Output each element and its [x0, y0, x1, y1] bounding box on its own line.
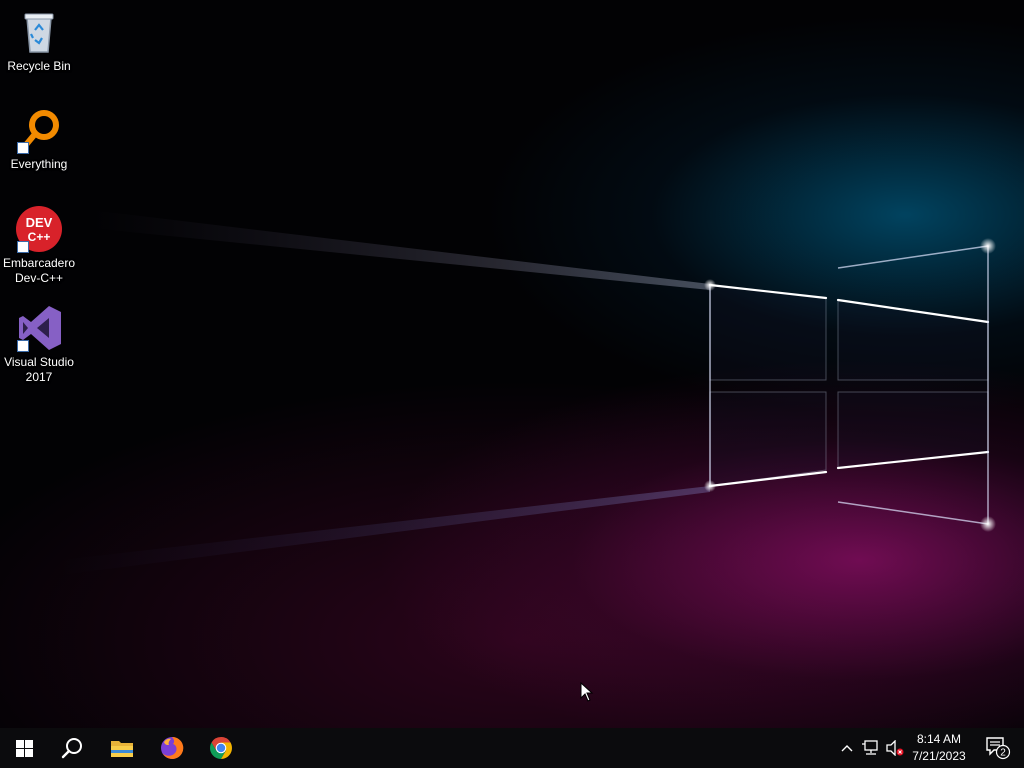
- volume-tray-button[interactable]: [884, 728, 906, 768]
- search-icon: [61, 738, 82, 759]
- mouse-cursor-icon: [580, 682, 594, 702]
- file-explorer-icon: [111, 741, 133, 757]
- action-center-button[interactable]: 2: [978, 728, 1018, 768]
- desktop-icon-label-line2: Dev-C++: [14, 271, 64, 285]
- taskbar-search-button[interactable]: [48, 728, 96, 768]
- desktop-icon-dev-cpp[interactable]: DEV C++ Embarcadero Dev-C++: [0, 205, 78, 286]
- desktop-icon-label-line1: Embarcadero: [2, 256, 76, 270]
- notification-count-badge: 2: [1000, 748, 1006, 759]
- shortcut-arrow-icon: [17, 241, 29, 253]
- windows-logo-icon: [15, 739, 33, 757]
- desktop-icon-recycle-bin[interactable]: Recycle Bin: [0, 8, 78, 74]
- desktop-icon-visual-studio[interactable]: Visual Studio 2017: [0, 304, 78, 385]
- desktop-background[interactable]: Recycle Bin Everything DEV C++ Embarcade…: [0, 0, 1024, 728]
- start-button[interactable]: [0, 728, 48, 768]
- taskbar-firefox-button[interactable]: [148, 728, 196, 768]
- taskbar-clock[interactable]: 8:14 AM 7/21/2023: [906, 728, 972, 768]
- dev-cpp-icon-text-top: DEV: [26, 215, 53, 230]
- clock-date: 7/21/2023: [912, 749, 966, 763]
- network-icon: [862, 740, 878, 755]
- chevron-up-icon: [841, 745, 853, 752]
- notification-icon: 2: [986, 737, 1011, 760]
- shortcut-arrow-icon: [17, 340, 29, 352]
- visual-studio-icon: [15, 304, 63, 352]
- chrome-icon: [210, 737, 232, 759]
- firefox-icon: [161, 736, 184, 759]
- taskbar-file-explorer-button[interactable]: [98, 728, 146, 768]
- desktop-icon-label: Everything: [10, 157, 68, 171]
- desktop-icon-label-line1: Visual Studio: [4, 355, 74, 369]
- show-hidden-icons-button[interactable]: [838, 728, 856, 768]
- clock-time: 8:14 AM: [916, 732, 962, 746]
- desktop-icon-label-line2: 2017: [25, 370, 53, 384]
- recycle-bin-icon: [15, 8, 63, 56]
- desktop-icon-label: Recycle Bin: [7, 59, 71, 73]
- network-tray-button[interactable]: [860, 728, 882, 768]
- shortcut-arrow-icon: [17, 142, 29, 154]
- taskbar: 8:14 AM 7/21/2023 2: [0, 728, 1024, 768]
- dev-cpp-icon-text-bottom: C++: [28, 230, 51, 244]
- volume-muted-icon: [886, 740, 904, 756]
- windows-wallpaper-logo: [60, 210, 996, 575]
- everything-search-icon: [15, 106, 63, 154]
- desktop-icon-everything[interactable]: Everything: [0, 106, 78, 172]
- dev-cpp-icon: DEV C++: [15, 205, 63, 253]
- taskbar-chrome-button[interactable]: [197, 728, 245, 768]
